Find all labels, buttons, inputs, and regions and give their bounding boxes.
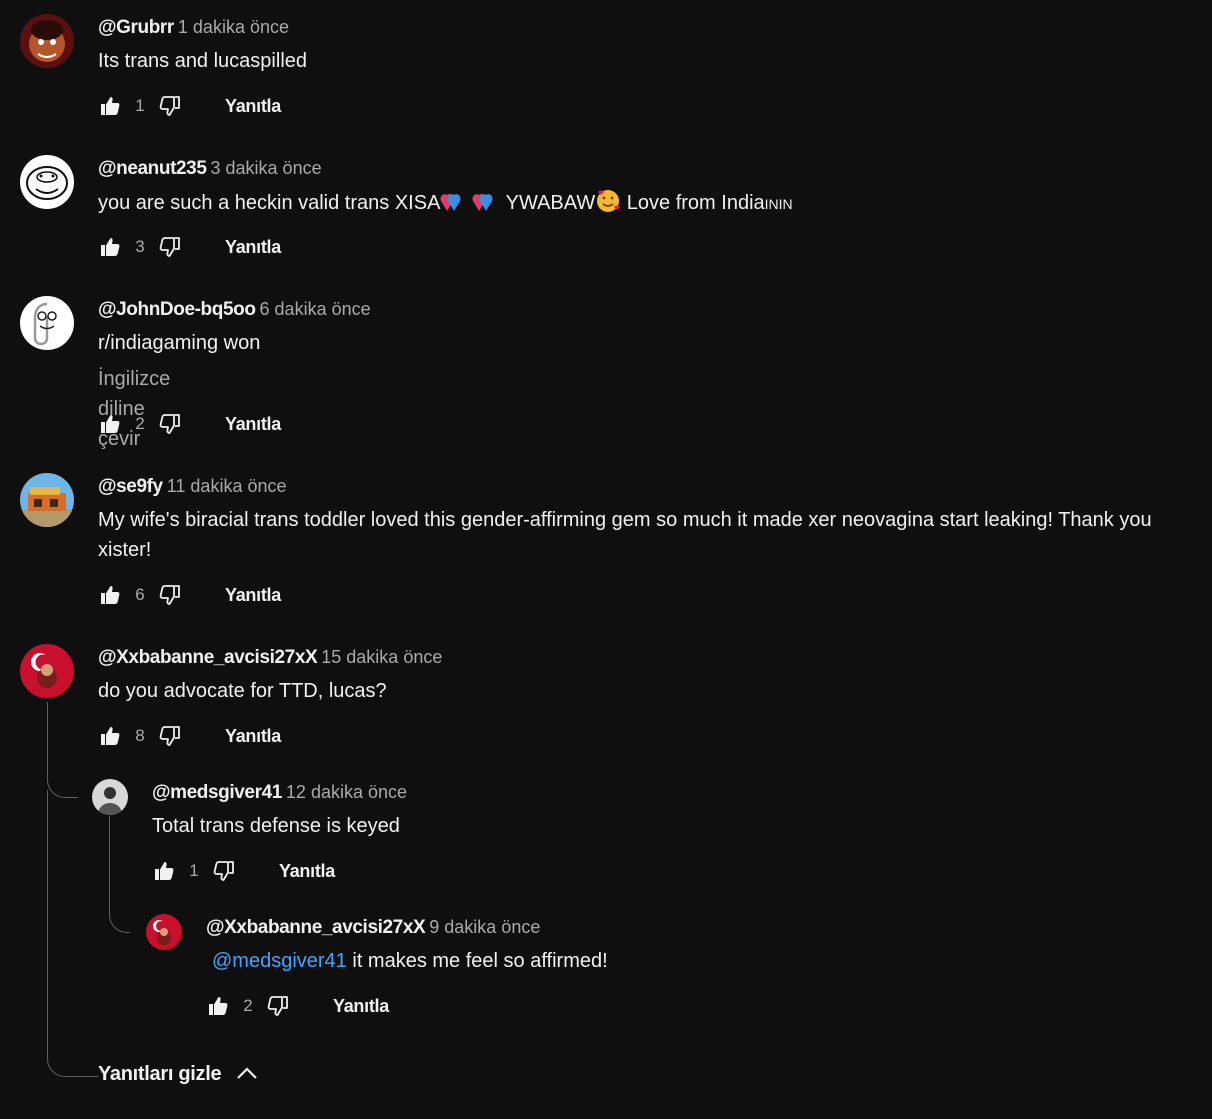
hide-replies-label: Yanıtları gizle xyxy=(98,1062,222,1085)
comment-text-part: Love from India xyxy=(621,192,765,214)
like-count: 1 xyxy=(135,96,145,115)
reply-button[interactable]: Yanıtla xyxy=(225,96,281,117)
reply-button[interactable]: Yanıtla xyxy=(225,585,281,606)
thumbs-down-icon xyxy=(266,994,290,1018)
avatar[interactable] xyxy=(20,644,74,698)
dislike-button[interactable] xyxy=(211,858,237,884)
timestamp[interactable]: 3 dakika önce xyxy=(211,158,322,178)
comment-actions: 6 Yanıtla xyxy=(97,580,281,610)
comment-header: @Xxbabanne_avcisi27xX 9 dakika önce xyxy=(206,915,540,941)
comment-header: @Grubrr 1 dakika önce xyxy=(98,15,289,41)
like-count: 2 xyxy=(243,996,253,1015)
dislike-button[interactable] xyxy=(157,723,183,749)
reply-button[interactable]: Yanıtla xyxy=(333,996,389,1017)
timestamp[interactable]: 6 dakika önce xyxy=(260,299,371,319)
avatar[interactable] xyxy=(20,14,74,68)
comment-actions: 3 Yanıtla xyxy=(97,232,281,262)
dislike-button[interactable] xyxy=(265,993,291,1019)
comment-text-part: YWABAW xyxy=(500,192,596,214)
mention-link[interactable]: @medsgiver41 xyxy=(212,950,347,972)
like-button[interactable] xyxy=(205,993,231,1019)
thread-connector xyxy=(47,790,98,1077)
comment-header: @neanut235 3 dakika önce xyxy=(98,156,322,182)
author-name[interactable]: @JohnDoe-bq5oo xyxy=(98,299,256,320)
like-button[interactable] xyxy=(97,411,123,437)
thumbs-up-icon xyxy=(206,994,230,1018)
like-count: 8 xyxy=(135,726,145,745)
thread-connector xyxy=(109,816,130,933)
thumbs-up-icon xyxy=(98,412,122,436)
thumbs-up-icon xyxy=(98,724,122,748)
reply-button[interactable]: Yanıtla xyxy=(225,414,281,435)
author-name[interactable]: @Xxbabanne_avcisi27xX xyxy=(206,917,426,938)
dislike-button[interactable] xyxy=(157,411,183,437)
reply-button[interactable]: Yanıtla xyxy=(225,726,281,747)
avatar[interactable] xyxy=(20,473,74,527)
thumbs-down-icon xyxy=(158,583,182,607)
author-name[interactable]: @medsgiver41 xyxy=(152,782,282,803)
avatar[interactable] xyxy=(92,779,128,815)
comment-actions: 1 Yanıtla xyxy=(97,91,281,121)
comment-text: Its trans and lucaspilled xyxy=(98,50,308,72)
thread-connector xyxy=(47,702,78,798)
hide-replies-button[interactable]: Yanıtları gizle xyxy=(98,1062,259,1086)
thumbs-up-icon xyxy=(152,859,176,883)
thumbs-down-icon xyxy=(158,412,182,436)
comment-text: Total trans defense is keyed xyxy=(152,815,400,837)
timestamp[interactable]: 9 dakika önce xyxy=(429,917,540,937)
timestamp[interactable]: 1 dakika önce xyxy=(178,17,289,37)
comment-actions: 1 Yanıtla xyxy=(151,856,335,886)
avatar[interactable] xyxy=(20,296,74,350)
thumbs-up-icon xyxy=(98,235,122,259)
like-button[interactable] xyxy=(97,93,123,119)
like-button[interactable] xyxy=(97,723,123,749)
comment-text: r/indiagaming won xyxy=(98,332,261,354)
timestamp[interactable]: 12 dakika önce xyxy=(286,782,407,802)
comment-header: @Xxbabanne_avcisi27xX 15 dakika önce xyxy=(98,645,442,671)
chevron-up-icon xyxy=(237,1067,258,1079)
comment-text: you are such a heckin valid trans XISA Y… xyxy=(98,187,793,222)
comment-text: My wife's biracial trans toddler loved t… xyxy=(98,509,1152,561)
timestamp[interactable]: 11 dakika önce xyxy=(167,476,287,496)
comment-actions: 8 Yanıtla xyxy=(97,721,281,751)
timestamp[interactable]: 15 dakika önce xyxy=(321,647,442,667)
thumbs-down-icon xyxy=(158,94,182,118)
thumbs-down-icon xyxy=(158,235,182,259)
smiling-face-with-hearts-emoji xyxy=(595,187,621,222)
flag-emoji-text: ININ xyxy=(764,196,793,212)
like-count: 6 xyxy=(135,585,145,604)
comment-header: @JohnDoe-bq5oo 6 dakika önce xyxy=(98,297,371,323)
comment-text: do you advocate for TTD, lucas? xyxy=(98,680,387,702)
author-name[interactable]: @se9fy xyxy=(98,476,163,497)
thumbs-up-icon xyxy=(98,583,122,607)
like-button[interactable] xyxy=(97,582,123,608)
like-count: 1 xyxy=(189,861,199,880)
like-button[interactable] xyxy=(97,234,123,260)
avatar[interactable] xyxy=(20,155,74,209)
dislike-button[interactable] xyxy=(157,234,183,260)
thumbs-down-icon xyxy=(158,724,182,748)
like-count: 3 xyxy=(135,237,145,256)
comment-actions: 2 Yanıtla xyxy=(205,991,389,1021)
thumbs-down-icon xyxy=(212,859,236,883)
comment-text: @medsgiver41 it makes me feel so affirme… xyxy=(212,946,608,976)
like-count: 2 xyxy=(135,414,145,433)
author-name[interactable]: @Xxbabanne_avcisi27xX xyxy=(98,647,318,668)
dislike-button[interactable] xyxy=(157,93,183,119)
comment-header: @medsgiver41 12 dakika önce xyxy=(152,780,407,806)
author-name[interactable]: @neanut235 xyxy=(98,158,207,179)
thumbs-up-icon xyxy=(98,94,122,118)
comment-actions: 2 Yanıtla xyxy=(97,409,281,439)
comment-header: @se9fy 11 dakika önce xyxy=(98,474,287,500)
comment-text-part: you are such a heckin valid trans XISA xyxy=(98,192,441,214)
like-button[interactable] xyxy=(151,858,177,884)
reply-button[interactable]: Yanıtla xyxy=(279,861,335,882)
reply-button[interactable]: Yanıtla xyxy=(225,237,281,258)
avatar[interactable] xyxy=(146,914,182,950)
dislike-button[interactable] xyxy=(157,582,183,608)
hearts-emoji xyxy=(440,189,468,222)
hearts-emoji xyxy=(472,189,500,222)
author-name[interactable]: @Grubrr xyxy=(98,17,174,38)
comment-text-part: it makes me feel so affirmed! xyxy=(346,950,608,972)
